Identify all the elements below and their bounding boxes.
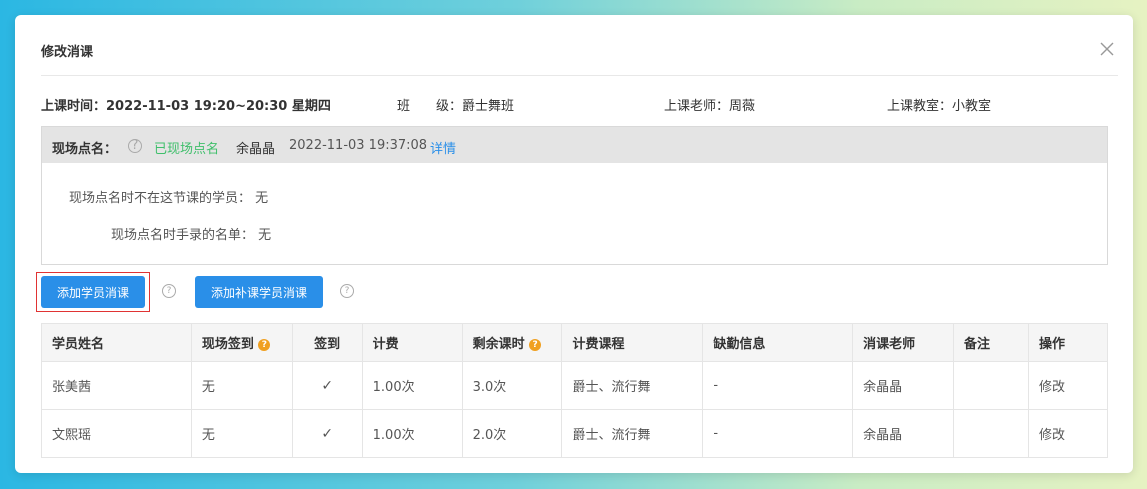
students-table: 学员姓名 现场签到 ? 签到 计费 剩余课时 ? 计费课程 缺勤信息 消课老师 …	[41, 323, 1109, 458]
col-billing-course: 计费课程	[561, 323, 704, 362]
check-icon: ✓	[291, 409, 363, 458]
modal-header: 修改消课	[15, 15, 1133, 76]
rollcall-label: 现场点名：	[52, 142, 118, 157]
cell-billing: 1.00次	[361, 361, 463, 410]
cell-onsite-checkin: 无	[190, 361, 293, 410]
lesson-time-label: 上课时间：	[41, 99, 107, 114]
add-student-lesson-button[interactable]: 添加学员消课	[41, 276, 145, 308]
header-divider	[41, 75, 1118, 76]
edit-link[interactable]: 修改	[1027, 409, 1109, 458]
col-remaining: 剩余课时 ?	[461, 323, 563, 362]
cell-remaining: 3.0次	[461, 361, 563, 410]
rollcall-status: 已现场点名	[154, 142, 220, 157]
lesson-class-value: 爵士舞班	[462, 99, 515, 114]
manual-label: 现场点名时手录的名单：	[111, 228, 255, 243]
lesson-room-value: 小教室	[952, 99, 992, 114]
help-icon[interactable]: ?	[162, 284, 176, 298]
absent-students: 现场点名时不在这节课的学员： 无	[69, 187, 268, 206]
rollcall-details: 现场点名时不在这节课的学员： 无 现场点名时手录的名单： 无	[41, 163, 1108, 265]
cell-remarks	[953, 361, 1029, 410]
close-icon[interactable]	[1099, 41, 1115, 57]
lesson-class-label: 班 级：	[397, 99, 463, 114]
lesson-teacher-value: 周薇	[729, 99, 756, 114]
help-icon[interactable]: ?	[529, 339, 542, 351]
col-student-name: 学员姓名	[41, 323, 192, 362]
col-teacher: 消课老师	[852, 323, 955, 362]
manual-value: 无	[258, 228, 272, 243]
edit-link[interactable]: 修改	[1027, 361, 1109, 410]
col-absence: 缺勤信息	[702, 323, 854, 362]
lesson-teacher-label: 上课老师：	[664, 99, 730, 114]
lesson-room-label: 上课教室：	[887, 99, 953, 114]
col-remarks: 备注	[953, 323, 1029, 362]
rollcall-operator: 余晶晶	[236, 142, 276, 157]
cell-teacher: 余晶晶	[852, 409, 955, 458]
col-onsite-checkin: 现场签到 ?	[190, 323, 293, 362]
check-icon: ✓	[291, 361, 363, 410]
cell-absence: -	[702, 361, 854, 410]
lesson-time: 上课时间：2022-11-03 19:20~20:30 星期四	[41, 95, 331, 114]
lesson-room: 上课教室：小教室	[887, 95, 991, 114]
lesson-class: 班 级：爵士舞班	[397, 95, 514, 114]
add-makeup-student-button[interactable]: 添加补课学员消课	[195, 276, 323, 308]
help-icon[interactable]: ?	[128, 139, 142, 153]
table-header-row: 学员姓名 现场签到 ? 签到 计费 剩余课时 ? 计费课程 缺勤信息 消课老师 …	[41, 323, 1109, 362]
cell-student-name: 张美茜	[41, 361, 192, 410]
col-billing: 计费	[361, 323, 463, 362]
cell-billing-course: 爵士、流行舞	[561, 361, 704, 410]
cell-teacher: 余晶晶	[852, 361, 955, 410]
help-icon[interactable]: ?	[258, 339, 271, 351]
absent-value: 无	[255, 191, 269, 206]
modal-title: 修改消课	[41, 45, 94, 60]
cell-onsite-checkin: 无	[190, 409, 293, 458]
col-remaining-label: 剩余课时	[472, 337, 525, 352]
help-icon[interactable]: ?	[340, 284, 354, 298]
cell-absence: -	[702, 409, 854, 458]
lesson-teacher: 上课老师：周薇	[664, 95, 755, 114]
rollcall-bar: 现场点名： ? 已现场点名 余晶晶 2022-11-03 19:37:08 详情	[41, 126, 1108, 164]
col-onsite-checkin-label: 现场签到	[201, 337, 254, 352]
col-checkin: 签到	[291, 323, 363, 362]
absent-label: 现场点名时不在这节课的学员：	[69, 191, 252, 206]
lesson-time-value: 2022-11-03 19:20~20:30 星期四	[106, 99, 331, 114]
col-actions: 操作	[1027, 323, 1109, 362]
cell-remaining: 2.0次	[461, 409, 563, 458]
cell-billing-course: 爵士、流行舞	[561, 409, 704, 458]
manual-list: 现场点名时手录的名单： 无	[111, 224, 271, 243]
rollcall-timestamp: 2022-11-03 19:37:08	[289, 138, 428, 153]
table-row: 文熙瑶 无 ✓ 1.00次 2.0次 爵士、流行舞 - 余晶晶 修改	[41, 409, 1109, 458]
rollcall-detail-link[interactable]: 详情	[430, 138, 456, 157]
cell-remarks	[953, 409, 1029, 458]
table-row: 张美茜 无 ✓ 1.00次 3.0次 爵士、流行舞 - 余晶晶 修改	[41, 361, 1109, 410]
modify-lesson-modal: 修改消课 上课时间：2022-11-03 19:20~20:30 星期四 班 级…	[15, 15, 1133, 473]
cell-billing: 1.00次	[361, 409, 463, 458]
cell-student-name: 文熙瑶	[41, 409, 192, 458]
